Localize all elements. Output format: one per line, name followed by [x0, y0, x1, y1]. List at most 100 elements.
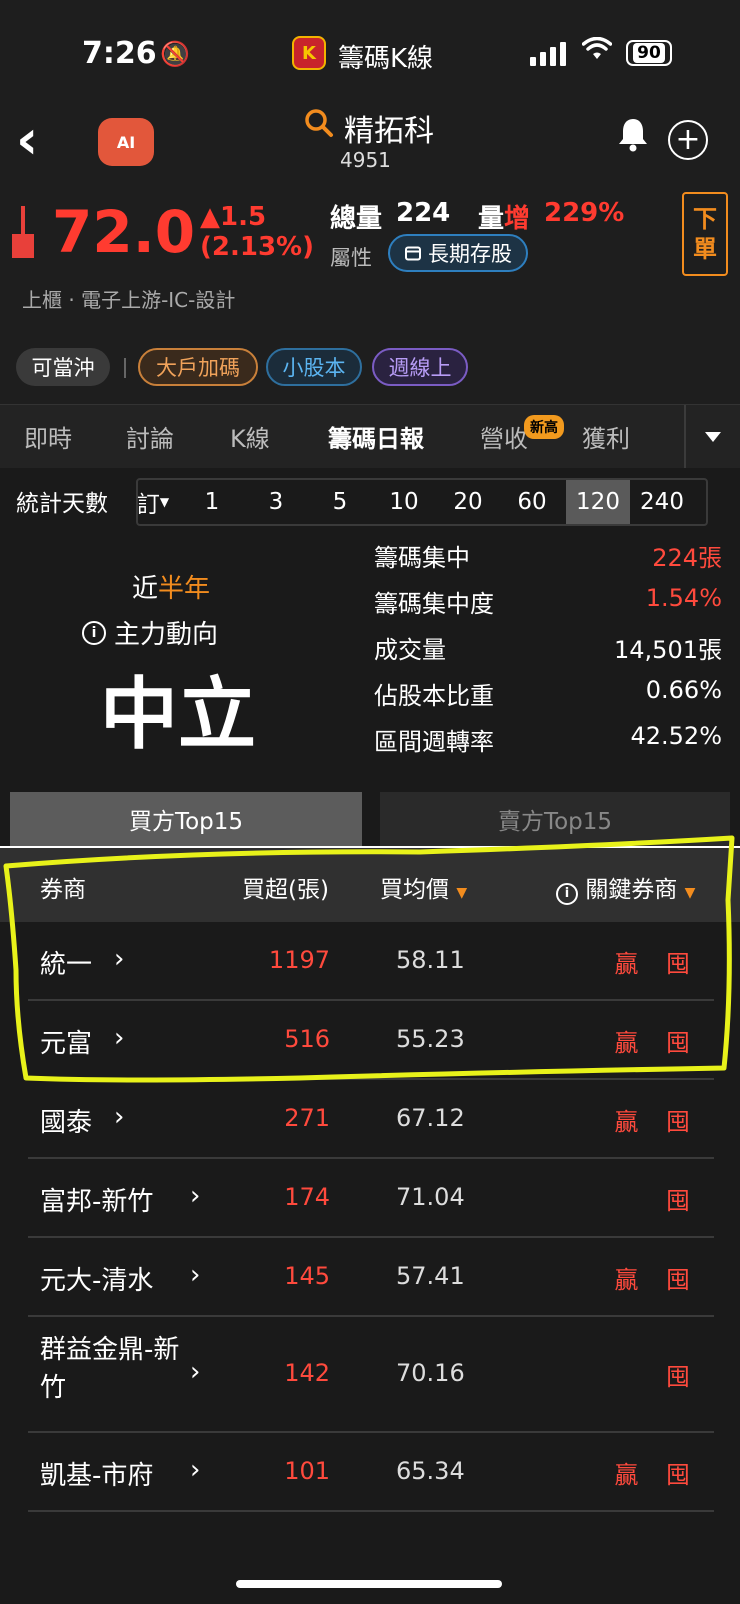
table-row[interactable]: 元大-清水 › 145 57.41 贏 囤	[28, 1238, 714, 1317]
period-label: 近半年	[132, 574, 211, 604]
info-icon: i	[556, 882, 578, 905]
chip-summary: 近半年 i 主力動向 中立 籌碼集中 224張 籌碼集中度 1.54% 成交量 14,5…	[0, 532, 740, 792]
table-row[interactable]: 富邦-新竹 › 174 71.04 囤	[28, 1159, 714, 1238]
day-option[interactable]: 240	[630, 480, 694, 524]
tag-big-holders[interactable]: 大戶加碼	[138, 348, 258, 386]
bell-off-icon: 🔕	[160, 40, 190, 68]
net-buy: 101	[284, 1457, 330, 1485]
avg-price: 57.41	[396, 1262, 465, 1290]
avg-price: 58.11	[396, 946, 465, 974]
chevron-right-icon: ›	[114, 1102, 125, 1132]
tab-sell-top15[interactable]: 賣方Top15	[380, 792, 730, 846]
volume-increase-value: 229%	[544, 198, 625, 228]
attribute-tag-label: 長期存股	[428, 242, 512, 266]
broker-name: 國泰	[40, 1108, 93, 1138]
calendar-icon	[405, 246, 421, 261]
broker-name: 凱基-市府	[40, 1461, 154, 1491]
column-broker: 券商	[40, 877, 86, 903]
key-broker-tags: 囤	[666, 1363, 700, 1391]
volume-increase-label: 量增	[478, 204, 531, 234]
bell-icon[interactable]	[616, 116, 650, 161]
divider	[124, 358, 126, 378]
main-tabs: 即時 討論 K線 籌碼日報 營收 新高 獲利	[0, 404, 740, 469]
change-percent: (2.13%)	[200, 232, 314, 262]
feature-tags: 可當沖 大戶加碼 小股本 週線上	[0, 340, 740, 404]
attribute-tag[interactable]: 長期存股	[388, 234, 528, 272]
sort-caret-icon: ▼	[456, 885, 468, 901]
tab-discussion[interactable]: 討論	[126, 419, 174, 454]
tab-profit[interactable]: 獲利	[582, 419, 630, 454]
net-buy: 271	[284, 1104, 330, 1132]
day-option-custom[interactable]: 訂 ▼	[134, 480, 172, 524]
column-key-broker[interactable]: i 關鍵券商 ▼	[556, 870, 695, 905]
table-row[interactable]: 元富 › 516 55.23 贏 囤	[28, 1001, 714, 1080]
stat-row: 籌碼集中 224張	[374, 544, 722, 572]
tab-buy-top15[interactable]: 買方Top15	[10, 792, 362, 846]
clock: 7:26	[82, 36, 157, 71]
caret-down-icon	[705, 432, 721, 442]
tab-realtime[interactable]: 即時	[24, 419, 72, 454]
day-option[interactable]: 3	[244, 480, 308, 524]
sort-caret-icon: ▼	[684, 885, 696, 901]
table-row[interactable]: 群益金鼎-新竹 › 142 70.16 囤	[28, 1317, 714, 1433]
key-broker-tags: 贏 囤	[614, 950, 700, 978]
volume-value: 224	[396, 198, 451, 228]
broker-name: 群益金鼎-新竹	[40, 1335, 180, 1403]
tab-chip-daily[interactable]: 籌碼日報	[328, 419, 424, 454]
day-option-selected[interactable]: 120	[566, 480, 630, 524]
info-icon: i	[82, 620, 106, 645]
battery-icon: 90	[626, 40, 672, 66]
net-buy: 1197	[268, 946, 330, 974]
industry-label: 上櫃 · 電子上游-IC-設計	[22, 288, 236, 312]
day-option[interactable]: 5	[308, 480, 372, 524]
avg-price: 67.12	[396, 1104, 465, 1132]
chevron-right-icon: ›	[190, 1260, 201, 1290]
day-option[interactable]: 1	[180, 480, 244, 524]
tab-kline[interactable]: K線	[230, 419, 270, 454]
app-name: 籌碼K線	[338, 44, 434, 74]
day-option[interactable]: 10	[372, 480, 436, 524]
main-flow-value: 中立	[100, 670, 257, 760]
broker-name: 富邦-新竹	[40, 1187, 154, 1217]
back-icon[interactable]: ‹	[16, 110, 38, 170]
key-broker-tags: 贏 囤	[614, 1461, 700, 1489]
key-broker-tags: 贏 囤	[614, 1029, 700, 1057]
chevron-right-icon: ›	[190, 1181, 201, 1211]
day-option[interactable]: 20	[436, 480, 500, 524]
stock-code: 4951	[340, 148, 391, 172]
quote-panel: 72.0 ▲1.5 (2.13%) 總量 224 量增 229% 屬性 長期存股…	[0, 192, 740, 340]
buy-sell-tabs: 買方Top15 賣方Top15	[0, 792, 740, 848]
stock-name[interactable]: 精拓科	[344, 106, 434, 150]
ai-robot-icon[interactable]: AI	[98, 118, 154, 166]
signal-icon	[530, 42, 566, 66]
net-buy: 516	[284, 1025, 330, 1053]
broker-name: 統一	[40, 950, 93, 980]
search-icon[interactable]	[304, 108, 334, 146]
key-broker-tags: 贏 囤	[614, 1266, 700, 1294]
stat-row: 成交量 14,501張	[374, 636, 722, 664]
chevron-right-icon: ›	[190, 1455, 201, 1485]
change-value: ▲1.5	[200, 202, 267, 232]
tab-revenue[interactable]: 營收	[480, 419, 528, 454]
main-flow-label[interactable]: i 主力動向	[82, 614, 218, 651]
table-row[interactable]: 統一 › 1197 58.11 贏 囤	[28, 922, 714, 1001]
column-avg-price[interactable]: 買均價 ▼	[380, 870, 467, 904]
table-row[interactable]: 凱基-市府 › 101 65.34 贏 囤	[28, 1433, 714, 1512]
order-button[interactable]: 下單	[682, 192, 728, 276]
add-watchlist-icon[interactable]: +	[668, 120, 708, 160]
table-row[interactable]: 國泰 › 271 67.12 贏 囤	[28, 1080, 714, 1159]
stat-row: 籌碼集中度 1.54%	[374, 584, 722, 618]
column-net-buy[interactable]: 買超(張)	[242, 870, 329, 904]
day-option[interactable]: 60	[500, 480, 564, 524]
net-buy: 174	[284, 1183, 330, 1211]
tag-weekly-line[interactable]: 週線上	[372, 348, 468, 386]
stat-row: 區間週轉率 42.52%	[374, 722, 722, 756]
tag-small-cap[interactable]: 小股本	[266, 348, 362, 386]
avg-price: 71.04	[396, 1183, 465, 1211]
last-price: 72.0	[52, 198, 196, 266]
app-logo-icon: K	[292, 36, 326, 70]
tabs-more-dropdown[interactable]	[684, 405, 740, 469]
tag-daytrade[interactable]: 可當沖	[16, 348, 110, 386]
net-buy: 145	[284, 1262, 330, 1290]
home-indicator[interactable]	[236, 1580, 502, 1588]
